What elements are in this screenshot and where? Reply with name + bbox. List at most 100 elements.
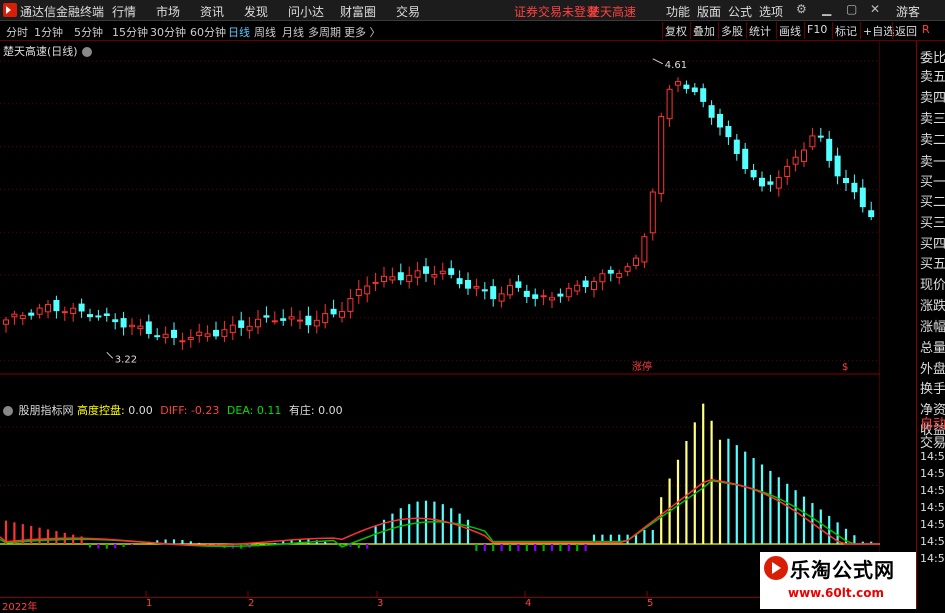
candle-body [448, 268, 455, 275]
candle-body [11, 313, 18, 318]
quote-panel-item: 现价 [920, 278, 945, 293]
period-15min[interactable]: 15分钟 [112, 24, 148, 40]
candle-body [717, 113, 723, 128]
menu-shichang[interactable]: 市场 [156, 3, 180, 20]
period-30min[interactable]: 30分钟 [150, 24, 186, 40]
candle-body [196, 331, 203, 336]
candle-body [700, 88, 707, 102]
candle-body [61, 311, 68, 314]
candle-body [733, 139, 740, 154]
period-1min[interactable]: 1分钟 [34, 24, 63, 40]
menu-jiaoyi[interactable]: 交易 [396, 3, 420, 20]
candle-body [817, 135, 824, 138]
menu-faxian[interactable]: 发现 [244, 3, 268, 20]
candle-body [28, 312, 35, 316]
candle-body [389, 276, 396, 281]
menu-banmian[interactable]: 版面 [697, 3, 721, 20]
period-5min[interactable]: 5分钟 [74, 24, 103, 40]
candle-body [826, 138, 833, 161]
quote-panel-item: 外盘 [920, 362, 945, 377]
menu-hangqing[interactable]: 行情 [112, 3, 136, 20]
auto-label[interactable]: 自动 [920, 413, 945, 432]
period-fenshi[interactable]: 分时 [6, 24, 28, 40]
tool-huaxian[interactable]: 画线 [776, 22, 803, 39]
tool-duogu[interactable]: 多股 [718, 22, 745, 39]
candle-body [364, 285, 371, 295]
candle-body [784, 165, 791, 177]
trade-label[interactable]: 交易 [920, 432, 945, 451]
maximize-icon[interactable]: ▢ [846, 2, 857, 16]
quote-panel-item: 买四 [920, 237, 945, 252]
period-more[interactable]: 更多 〉 [344, 24, 381, 40]
tool-biaoji[interactable]: 标记 [832, 22, 859, 39]
candle-body [624, 266, 631, 272]
candle-body [532, 294, 539, 299]
date-label: 2022年 [2, 602, 38, 613]
indicator-gkp-label: 高度控盘: [77, 404, 125, 417]
app-name: 通达信金融终端 [20, 5, 105, 19]
candle-body [767, 181, 774, 185]
limit-up-label: 涨停 [632, 360, 652, 373]
chart-area[interactable]: 4.604.404.204.003.803.603.403.2010.005.0… [0, 41, 880, 597]
candle-body [599, 273, 606, 283]
menu-gongshi[interactable]: 公式 [728, 3, 752, 20]
menu-zixun[interactable]: 资讯 [200, 3, 224, 20]
menu-wenxiaoda[interactable]: 问小达 [288, 3, 324, 20]
candle-body [78, 303, 85, 312]
tool-diejia[interactable]: 叠加 [690, 22, 717, 39]
candle-body [36, 307, 43, 315]
candle-body [708, 105, 715, 118]
candle-body [288, 316, 295, 320]
candle-body [45, 304, 51, 313]
candle-body [675, 81, 681, 86]
candle-body [70, 307, 77, 315]
close-icon[interactable]: ✕ [870, 2, 880, 16]
candle-body [649, 191, 656, 234]
candle-body [809, 135, 816, 148]
menu-xuanxiang[interactable]: 选项 [759, 3, 783, 20]
tool-f10[interactable]: F10 [804, 22, 829, 39]
quote-side-panel: 委比 卖五 卖四 卖三 卖二 卖一 买一 买二 买三 买四 买五 现价 涨跌 涨幅 总量 外盘 换手 净资 收益 自动… [916, 41, 945, 609]
candle-body [616, 273, 623, 278]
candle-body [137, 325, 144, 330]
indicator-dea-label: DEA: [226, 404, 254, 417]
date-axis: 2022年 1 2 3 4 5 [0, 597, 880, 613]
period-daily[interactable]: 日线 [228, 24, 250, 40]
candle-body [683, 84, 690, 89]
right-panel-r-label: R [922, 23, 930, 36]
login-warning[interactable]: 证券交易未登录 [514, 3, 598, 20]
quote-panel-item: 卖一 [920, 155, 945, 170]
candle-body [481, 289, 488, 292]
candle-body [330, 308, 337, 315]
candle-body [549, 297, 555, 301]
minimize-icon[interactable]: ▁ [822, 2, 831, 16]
period-multi[interactable]: 多周期 [308, 24, 341, 40]
user-label[interactable]: 游客 [896, 3, 920, 20]
candle-body [607, 269, 614, 274]
menu-gongneng[interactable]: 功能 [666, 3, 690, 20]
tool-zixuan[interactable]: +自选 [860, 22, 896, 39]
candle-body [490, 286, 497, 300]
candle-body [53, 300, 60, 312]
candle-body [305, 315, 312, 326]
candle-body [868, 210, 875, 218]
period-weekly[interactable]: 周线 [254, 24, 276, 40]
quote-panel-item: 买二 [920, 195, 945, 210]
period-monthly[interactable]: 月线 [282, 24, 304, 40]
candle-body [775, 177, 782, 189]
tool-fanhui[interactable]: 返回 [892, 22, 919, 39]
period-60min[interactable]: 60分钟 [190, 24, 226, 40]
tool-tongji[interactable]: 统计 [746, 22, 773, 39]
indicator-dropdown-icon[interactable] [3, 406, 13, 416]
candle-body [280, 318, 287, 321]
candle-body [759, 177, 765, 187]
tool-fuquan[interactable]: 复权 [662, 22, 689, 39]
watermark-logo-icon [764, 556, 788, 580]
settings-icon[interactable]: ⚙ [796, 2, 807, 16]
candle-body [145, 321, 152, 334]
menu-caifuquan[interactable]: 财富圈 [340, 3, 376, 20]
quote-panel-item: 买三 [920, 216, 945, 231]
low-price-label: 3.22 [115, 354, 137, 365]
candle-body [355, 289, 362, 297]
candle-body [851, 182, 858, 193]
